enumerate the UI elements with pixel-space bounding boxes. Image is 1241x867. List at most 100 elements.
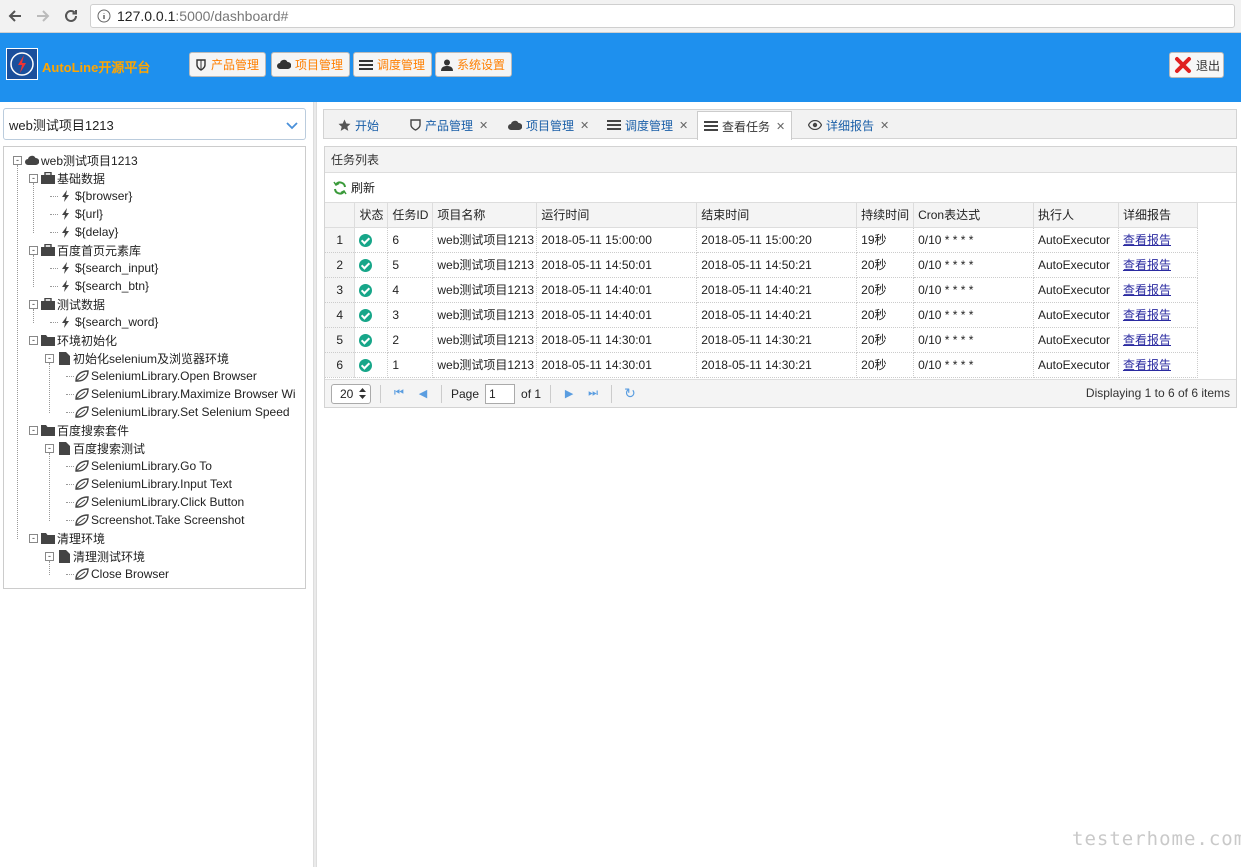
chevron-down-icon[interactable] <box>285 118 299 132</box>
tab-report-detail[interactable]: 详细报告 ✕ <box>802 111 895 139</box>
tree-node-root[interactable]: web测试项目1213 <box>24 151 138 169</box>
tree-toggle[interactable]: - <box>13 156 22 165</box>
tree-node-step[interactable]: SeleniumLibrary.Input Text <box>74 475 232 493</box>
tab-schedule[interactable]: 调度管理 ✕ <box>601 111 694 139</box>
tree-node-case[interactable]: 百度搜索测试 <box>56 439 145 457</box>
close-icon[interactable]: ✕ <box>880 119 889 132</box>
project-name-cell: web测试项目1213 <box>432 227 538 253</box>
tree-node-variable[interactable]: ${search_btn} <box>58 277 149 295</box>
reload-page-icon[interactable]: ↻ <box>621 385 639 402</box>
tab-product[interactable]: 产品管理 ✕ <box>404 111 494 139</box>
last-page-icon[interactable]: ⏭ <box>584 387 602 400</box>
project-manage-button[interactable]: 项目管理 <box>271 52 351 77</box>
view-report-link[interactable]: 查看报告 <box>1123 308 1171 322</box>
tree-node-case[interactable]: 清理测试环境 <box>56 547 145 565</box>
view-report-link[interactable]: 查看报告 <box>1123 283 1171 297</box>
tree-toggle[interactable]: - <box>29 300 38 309</box>
address-bar[interactable]: 127.0.0.1:5000/dashboard# <box>90 4 1235 28</box>
project-select[interactable]: web测试项目1213 <box>3 108 306 140</box>
tree-node-suite[interactable]: 百度搜索套件 <box>40 421 129 439</box>
tree-node-label: 清理测试环境 <box>73 549 146 564</box>
first-page-icon[interactable]: ⏮ <box>390 387 408 400</box>
close-icon[interactable]: ✕ <box>679 119 688 132</box>
tree-node-step[interactable]: SeleniumLibrary.Maximize Browser Wi <box>74 385 296 403</box>
tree-toggle[interactable]: - <box>29 426 38 435</box>
system-settings-button[interactable]: 系统设置 <box>435 52 513 77</box>
view-report-link[interactable]: 查看报告 <box>1123 233 1171 247</box>
reload-icon[interactable] <box>58 3 84 29</box>
tree-node-group[interactable]: 基础数据 <box>40 169 105 187</box>
tree-toggle[interactable]: - <box>45 444 54 453</box>
tree-node-step[interactable]: SeleniumLibrary.Set Selenium Speed <box>74 403 290 421</box>
shield-icon <box>196 58 206 71</box>
tree-node-variable[interactable]: ${search_word} <box>58 313 158 331</box>
forward-icon[interactable] <box>30 3 56 29</box>
close-icon[interactable]: ✕ <box>776 120 785 133</box>
view-report-link[interactable]: 查看报告 <box>1123 333 1171 347</box>
view-report-link[interactable]: 查看报告 <box>1123 358 1171 372</box>
table-row[interactable]: 6 1 web测试项目1213 2018-05-11 14:30:01 2018… <box>325 352 1199 378</box>
column-header[interactable]: 执行人 <box>1033 203 1119 228</box>
table-row[interactable]: 1 6 web测试项目1213 2018-05-11 15:00:00 2018… <box>325 227 1199 253</box>
column-header[interactable]: Cron表达式 <box>913 203 1034 228</box>
page-size-select[interactable]: 20 <box>331 383 371 404</box>
tree-node-variable[interactable]: ${browser} <box>58 187 132 205</box>
table-row[interactable]: 2 5 web测试项目1213 2018-05-11 14:50:01 2018… <box>325 252 1199 278</box>
tree-toggle[interactable]: - <box>45 552 54 561</box>
tree-toggle[interactable]: - <box>45 354 54 363</box>
tree-node-step[interactable]: SeleniumLibrary.Click Button <box>74 493 244 511</box>
tree-node-variable[interactable]: ${delay} <box>58 223 118 241</box>
tree-node-step[interactable]: Screenshot.Take Screenshot <box>74 511 244 529</box>
tree-node-step[interactable]: SeleniumLibrary.Go To <box>74 457 212 475</box>
refresh-button[interactable]: 刷新 <box>325 173 1236 203</box>
column-header[interactable]: 详细报告 <box>1118 203 1199 228</box>
column-header[interactable]: 任务ID <box>387 203 434 228</box>
product-manage-button[interactable]: 产品管理 <box>189 52 267 77</box>
tree-toggle[interactable]: - <box>29 174 38 183</box>
tree-toggle[interactable]: - <box>29 246 38 255</box>
page-number-input[interactable]: 1 <box>485 383 516 404</box>
table-row[interactable]: 3 4 web测试项目1213 2018-05-11 14:40:01 2018… <box>325 277 1199 303</box>
column-header[interactable]: 持续时间 <box>856 203 915 228</box>
shield-icon <box>410 119 421 131</box>
tree-node-case[interactable]: 初始化selenium及浏览器环境 <box>56 349 229 367</box>
back-icon[interactable] <box>2 3 28 29</box>
tree-node-step[interactable]: Close Browser <box>74 565 169 583</box>
tree-node-variable[interactable]: ${search_input} <box>58 259 158 277</box>
logout-button[interactable]: 退出 <box>1169 52 1224 78</box>
column-header[interactable]: 运行时间 <box>536 203 698 228</box>
duration-cell: 19秒 <box>856 227 915 253</box>
tree-node-group[interactable]: 百度首页元素库 <box>40 241 141 259</box>
tree-toggle[interactable]: - <box>29 534 38 543</box>
tab-start[interactable]: 开始 <box>332 111 385 139</box>
table-row[interactable]: 4 3 web测试项目1213 2018-05-11 14:40:01 2018… <box>325 302 1199 328</box>
view-report-link[interactable]: 查看报告 <box>1123 258 1171 272</box>
close-icon[interactable]: ✕ <box>580 119 589 132</box>
tree-node-step[interactable]: SeleniumLibrary.Open Browser <box>74 367 257 385</box>
column-header[interactable]: 结束时间 <box>696 203 858 228</box>
tab-label: 调度管理 <box>625 118 674 133</box>
tab-view-tasks[interactable]: 查看任务 ✕ <box>697 111 793 140</box>
column-header[interactable]: 项目名称 <box>432 203 538 228</box>
column-header[interactable]: 状态 <box>354 203 389 228</box>
page-total: of 1 <box>521 386 542 401</box>
report-cell: 查看报告 <box>1118 352 1199 378</box>
project-tree: - web测试项目1213 - 基础数据 ${browser} ${url} $… <box>3 146 306 589</box>
close-icon[interactable]: ✕ <box>479 119 488 132</box>
next-page-icon[interactable]: ▶ <box>560 387 578 400</box>
tree-node-suite[interactable]: 环境初始化 <box>40 331 117 349</box>
cron-cell: 0/10 * * * * <box>913 327 1034 353</box>
prev-page-icon[interactable]: ◀ <box>414 387 432 400</box>
end-time-cell: 2018-05-11 14:30:21 <box>696 352 858 378</box>
report-cell: 查看报告 <box>1118 227 1199 253</box>
success-check-icon <box>359 333 373 347</box>
tab-project[interactable]: 项目管理 ✕ <box>502 111 595 139</box>
tree-node-group[interactable]: 测试数据 <box>40 295 105 313</box>
tree-node-variable[interactable]: ${url} <box>58 205 103 223</box>
tree-node-label: 百度搜索套件 <box>57 423 130 438</box>
panel-splitter[interactable] <box>313 102 317 867</box>
tree-node-suite[interactable]: 清理环境 <box>40 529 105 547</box>
table-row[interactable]: 5 2 web测试项目1213 2018-05-11 14:30:01 2018… <box>325 327 1199 353</box>
tree-toggle[interactable]: - <box>29 336 38 345</box>
schedule-manage-button[interactable]: 调度管理 <box>353 52 433 77</box>
